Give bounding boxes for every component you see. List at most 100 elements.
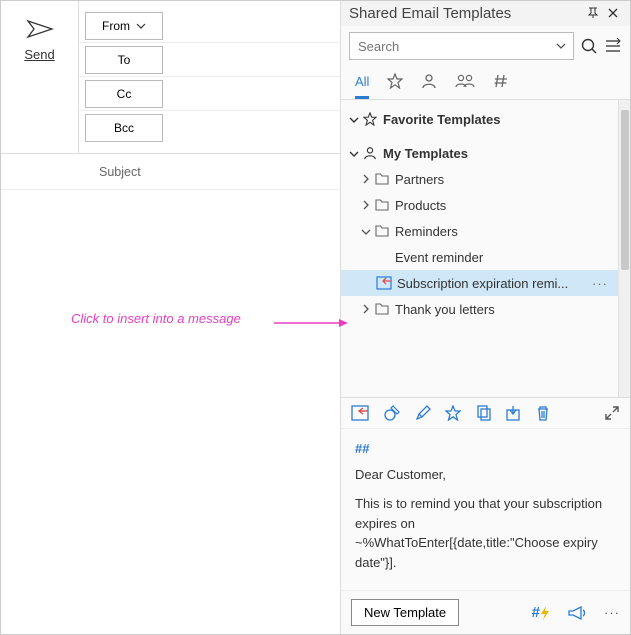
folder-partners[interactable]: Partners <box>341 166 618 192</box>
tab-hash[interactable] <box>493 66 509 99</box>
template-toolbar <box>341 398 630 429</box>
star-icon <box>445 405 461 421</box>
insert-button[interactable] <box>351 405 369 421</box>
section-my-templates[interactable]: My Templates <box>341 140 618 166</box>
template-preview: ## Dear Customer, This is to remind you … <box>341 429 630 591</box>
hash-icon-text: # <box>532 604 540 621</box>
templates-panel: Shared Email Templates <box>341 1 630 634</box>
expand-button[interactable] <box>604 405 620 421</box>
edit-button[interactable] <box>415 405 431 421</box>
cc-label: Cc <box>117 87 132 101</box>
bcc-label: Bcc <box>114 121 134 135</box>
footer-more-button[interactable]: ··· <box>604 605 620 620</box>
tab-all[interactable]: All <box>355 66 369 99</box>
person-icon <box>361 146 379 160</box>
preview-hashes: ## <box>355 439 616 459</box>
pencil-icon <box>415 405 431 421</box>
folder-products[interactable]: Products <box>341 192 618 218</box>
hash-icon <box>493 73 509 89</box>
folder-label: Products <box>395 198 612 213</box>
search-button[interactable] <box>580 37 598 55</box>
chevron-down-icon <box>347 112 361 127</box>
template-tree: Favorite Templates My Templates Partners <box>341 100 618 397</box>
cc-button[interactable]: Cc <box>85 80 163 108</box>
preview-line-1: Dear Customer, <box>355 465 616 485</box>
template-label: Event reminder <box>395 250 612 265</box>
template-event-reminder[interactable]: Event reminder <box>341 244 618 270</box>
edit-field-button[interactable] <box>383 404 401 422</box>
options-button[interactable] <box>604 38 622 54</box>
favorite-button[interactable] <box>445 405 461 421</box>
from-button[interactable]: From <box>85 12 163 40</box>
arrow-annotation <box>274 318 349 328</box>
send-label: Send <box>24 47 54 62</box>
announce-button[interactable] <box>568 606 586 620</box>
send-icon <box>26 19 54 39</box>
tab-personal[interactable] <box>421 66 437 99</box>
megaphone-icon <box>568 606 586 620</box>
chevron-right-icon <box>359 172 373 187</box>
people-icon <box>455 73 475 89</box>
pen-globe-icon <box>383 404 401 422</box>
chevron-down-icon <box>136 23 146 29</box>
more-button[interactable]: ··· <box>592 276 612 291</box>
copy-icon <box>475 405 491 421</box>
pin-icon <box>587 6 599 18</box>
chevron-down-icon <box>555 42 567 50</box>
options-icon <box>604 38 622 54</box>
export-icon <box>505 405 521 421</box>
section-label: Favorite Templates <box>383 112 612 127</box>
folder-label: Thank you letters <box>395 302 612 317</box>
search-input[interactable] <box>356 38 555 55</box>
trash-icon <box>535 405 551 421</box>
copy-button[interactable] <box>475 405 491 421</box>
more-icon: ··· <box>604 605 620 620</box>
search-box[interactable] <box>349 32 574 60</box>
person-icon <box>421 73 437 89</box>
star-icon <box>387 73 403 89</box>
pin-button[interactable] <box>584 6 602 21</box>
folder-reminders[interactable]: Reminders <box>341 218 618 244</box>
scrollbar-thumb[interactable] <box>621 110 629 270</box>
export-button[interactable] <box>505 405 521 421</box>
chevron-right-icon <box>359 302 373 317</box>
insert-icon <box>351 405 369 421</box>
folder-icon <box>373 225 391 237</box>
subject-label: Subject <box>79 165 141 179</box>
hash-macro-button[interactable]: # <box>532 604 550 621</box>
new-template-button[interactable]: New Template <box>351 599 459 626</box>
star-icon <box>361 112 379 126</box>
folder-icon <box>373 303 391 315</box>
delete-button[interactable] <box>535 405 551 421</box>
tab-favorites[interactable] <box>387 66 403 99</box>
template-subscription-expiration[interactable]: Subscription expiration remi... ··· <box>341 270 618 296</box>
bcc-button[interactable]: Bcc <box>85 114 163 142</box>
send-button[interactable]: Send <box>1 1 79 153</box>
section-favorites[interactable]: Favorite Templates <box>341 106 618 132</box>
compose-pane: Send From To Cc Bcc <box>1 1 341 634</box>
tab-all-label: All <box>355 74 369 89</box>
folder-icon <box>373 173 391 185</box>
chevron-right-icon <box>359 198 373 213</box>
chevron-down-icon <box>359 224 373 239</box>
bolt-icon <box>540 606 550 620</box>
insert-guide-text: Click to insert into a message <box>71 311 241 326</box>
from-label: From <box>102 19 130 33</box>
expand-icon <box>604 405 620 421</box>
tree-scrollbar[interactable] <box>618 100 630 397</box>
folder-thank-you[interactable]: Thank you letters <box>341 296 618 322</box>
chevron-down-icon <box>347 146 361 161</box>
to-label: To <box>118 53 131 67</box>
new-template-label: New Template <box>364 605 446 620</box>
tab-team[interactable] <box>455 66 475 99</box>
close-icon <box>608 8 618 18</box>
to-button[interactable]: To <box>85 46 163 74</box>
preview-line-2: This is to remind you that your subscrip… <box>355 494 616 572</box>
folder-icon <box>373 199 391 211</box>
panel-title: Shared Email Templates <box>349 5 582 22</box>
template-label: Subscription expiration remi... <box>397 276 592 291</box>
insert-icon <box>375 276 393 290</box>
folder-label: Partners <box>395 172 612 187</box>
close-button[interactable] <box>604 7 622 21</box>
folder-label: Reminders <box>395 224 612 239</box>
